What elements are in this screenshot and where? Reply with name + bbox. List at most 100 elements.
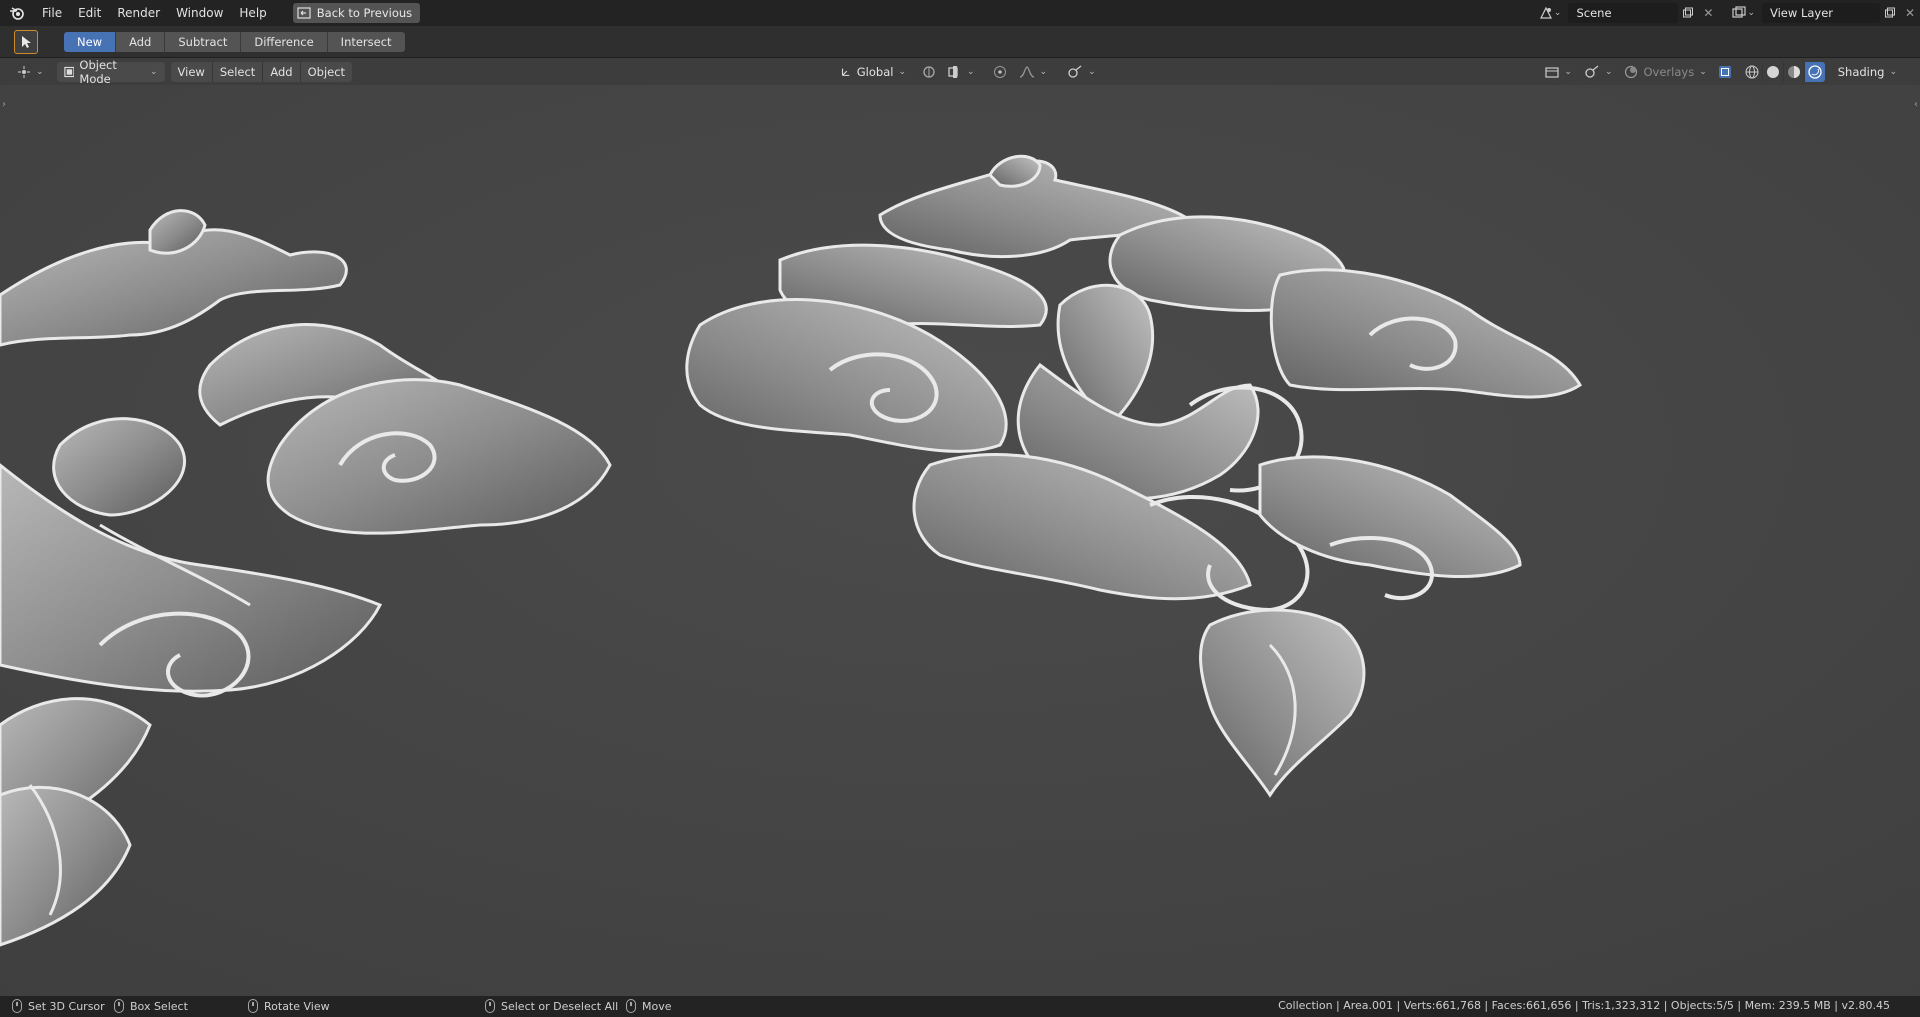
mouse-left-icon [12, 999, 22, 1013]
chevron-down-icon: ⌄ [1039, 67, 1048, 77]
gizmos-toggle-dropdown[interactable]: ⌄ [1581, 62, 1616, 82]
mode-subtract-button[interactable]: Subtract [165, 31, 242, 52]
shading-mode-group [1741, 62, 1825, 82]
viewport-header: ⌄ Object Mode ⌄ View Select Add Object G… [0, 58, 1920, 86]
pivot-point-icon [923, 66, 935, 78]
hint-label: Rotate View [264, 999, 330, 1013]
menu-render[interactable]: Render [109, 0, 168, 26]
wireframe-shading-button[interactable] [1741, 62, 1763, 82]
viewport-menus: View Select Add Object [170, 62, 353, 82]
chevron-down-icon: ⌄ [1564, 67, 1572, 77]
scene-name-field[interactable]: Scene [1568, 3, 1679, 23]
back-window-icon [297, 7, 311, 19]
snap-icon [948, 66, 958, 78]
top-bar: File Edit Render Window Help Back to Pre… [0, 0, 1920, 26]
chevron-down-icon: ⌄ [1088, 67, 1096, 77]
solid-icon [1766, 66, 1779, 78]
scene-render [0, 85, 1920, 996]
pivot-point-dropdown[interactable] [919, 62, 939, 82]
mode-new-button[interactable]: New [64, 31, 117, 52]
new-view-layer-icon[interactable] [1880, 3, 1900, 23]
object-mode-dropdown[interactable]: Object Mode ⌄ [56, 58, 165, 86]
hint-label: Move [642, 999, 672, 1013]
toolbar-expand-icon[interactable]: › [2, 99, 6, 110]
object-mode-label: Object Mode [79, 58, 117, 86]
rendered-icon [1808, 65, 1822, 79]
gizmo-icon [1068, 65, 1082, 78]
delete-view-layer-icon[interactable]: ✕ [1900, 3, 1920, 23]
menu-window[interactable]: Window [168, 0, 231, 26]
mouse-middle-icon [248, 999, 258, 1013]
editor-type-dropdown[interactable]: ⌄ [10, 62, 51, 82]
blender-logo-icon[interactable] [0, 0, 34, 26]
mode-intersect-button[interactable]: Intersect [327, 31, 405, 52]
proportional-editing-icon [993, 66, 1006, 78]
back-to-previous-label: Back to Previous [316, 6, 413, 20]
overlays-icon [1625, 65, 1638, 79]
view-layer-icon [1732, 6, 1747, 18]
shading-popover-dropdown[interactable]: Shading ⌄ [1831, 62, 1904, 82]
gizmos-icon [1585, 65, 1599, 78]
sidebar-expand-icon[interactable]: ‹ [1914, 99, 1918, 110]
tool-settings-bar: New Add Subtract Difference Intersect [0, 26, 1920, 58]
selection-mode-group: New Add Subtract Difference Intersect [64, 31, 405, 52]
falloff-curve-icon [1019, 66, 1034, 78]
hint-label: Box Select [130, 999, 188, 1013]
shading-label: Shading [1837, 65, 1885, 79]
menu-object[interactable]: Object [300, 62, 353, 82]
chevron-down-icon: ⌄ [967, 67, 975, 77]
hint-select-deselect-all: Select or Deselect All [485, 999, 618, 1013]
scene-browse-dropdown[interactable]: ⌄ [1535, 3, 1565, 23]
gizmo-dropdown[interactable]: ⌄ [1064, 62, 1099, 82]
menu-select[interactable]: Select [212, 62, 264, 82]
rendered-shading-button[interactable] [1804, 62, 1825, 82]
object-mode-icon [63, 66, 75, 78]
mode-add-button[interactable]: Add [116, 31, 166, 52]
3d-viewport[interactable]: › ‹ [0, 85, 1920, 996]
delete-scene-icon[interactable]: ✕ [1698, 3, 1718, 23]
mode-difference-button[interactable]: Difference [241, 31, 328, 52]
snap-target-dropdown[interactable]: ⌄ [945, 62, 978, 82]
mouse-drag-icon [626, 999, 636, 1013]
menu-add[interactable]: Add [263, 62, 301, 82]
wireframe-icon [1745, 65, 1759, 79]
view-layer-name-field[interactable]: View Layer [1762, 3, 1880, 23]
hint-label: Select or Deselect All [501, 999, 619, 1013]
menu-file[interactable]: File [34, 0, 70, 26]
material-shading-button[interactable] [1783, 62, 1805, 82]
xray-toggle[interactable] [1716, 62, 1734, 82]
hint-set-3d-cursor: Set 3D Cursor [12, 999, 105, 1013]
menu-edit[interactable]: Edit [70, 0, 109, 26]
xray-icon [1718, 66, 1731, 78]
global-axis-icon [841, 68, 850, 76]
chevron-down-icon: ⌄ [898, 67, 906, 77]
menu-view[interactable]: View [170, 62, 213, 82]
scene-icon [1539, 6, 1552, 19]
transform-orientation-label: Global [856, 65, 894, 79]
hint-label: Set 3D Cursor [28, 999, 105, 1013]
select-tool-icon[interactable] [14, 29, 38, 54]
status-bar: Set 3D Cursor Box Select Rotate View Sel… [0, 996, 1920, 1017]
view-layer-browse-dropdown[interactable]: ⌄ [1728, 3, 1758, 23]
scene-statistics: Collection | Area.001 | Verts:661,768 | … [1278, 999, 1890, 1012]
chevron-down-icon: ⌄ [36, 67, 44, 77]
proportional-falloff-dropdown[interactable]: ⌄ [1016, 62, 1051, 82]
chevron-down-icon: ⌄ [1699, 67, 1707, 77]
chevron-down-icon: ⌄ [1604, 67, 1613, 77]
transform-orientation-dropdown[interactable]: Global ⌄ [833, 62, 913, 82]
overlays-label: Overlays [1643, 65, 1695, 79]
menu-help[interactable]: Help [231, 0, 274, 26]
proportional-editing-toggle[interactable] [990, 62, 1010, 82]
hint-box-select: Box Select [114, 999, 188, 1013]
3d-viewport-icon [18, 66, 30, 78]
mouse-drag-icon [114, 999, 124, 1013]
overlays-dropdown[interactable]: Overlays ⌄ [1621, 62, 1709, 82]
material-preview-icon [1787, 66, 1800, 78]
object-types-icon [1545, 67, 1559, 78]
new-scene-icon[interactable] [1678, 3, 1698, 23]
solid-shading-button[interactable] [1762, 62, 1784, 82]
view-object-types-dropdown[interactable]: ⌄ [1542, 62, 1575, 82]
chevron-down-icon: ⌄ [1553, 8, 1562, 18]
back-to-previous-button[interactable]: Back to Previous [292, 3, 421, 23]
hint-move: Move [626, 999, 672, 1013]
